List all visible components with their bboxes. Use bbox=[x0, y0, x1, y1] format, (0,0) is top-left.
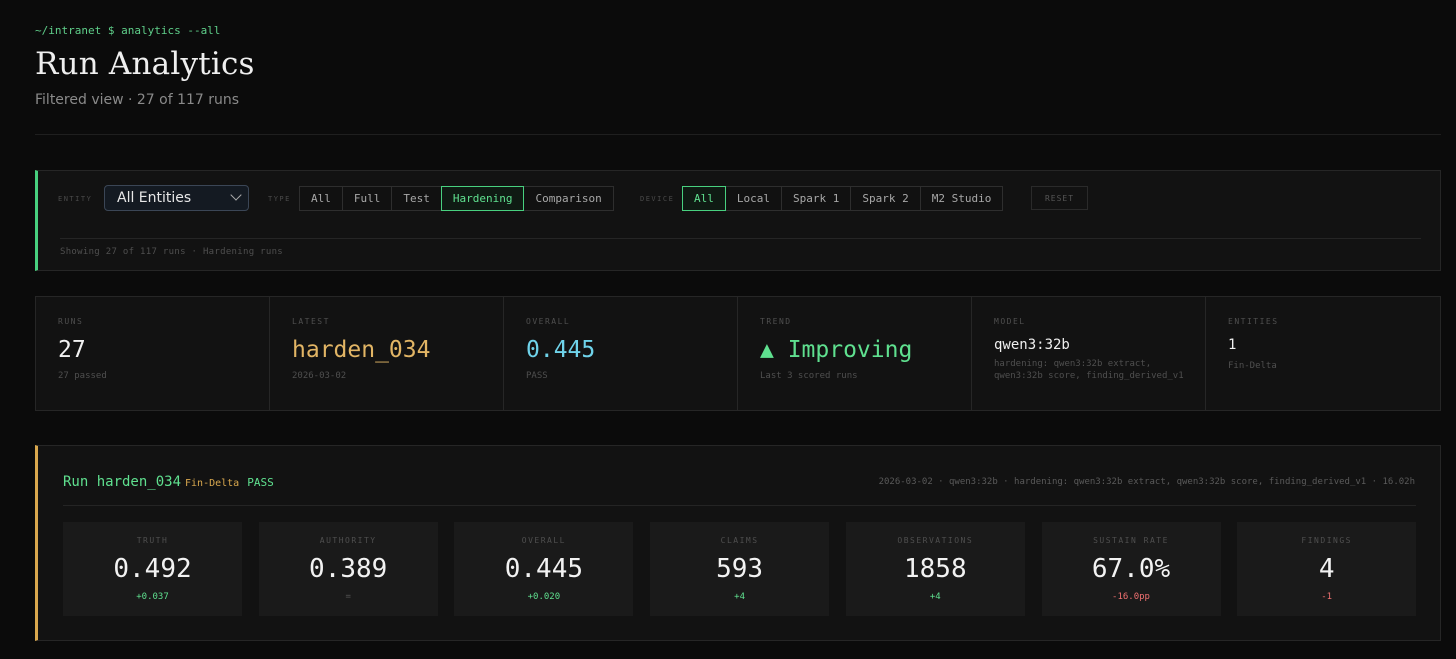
metric-label: AUTHORITY bbox=[319, 536, 377, 545]
metric-value: 0.445 bbox=[504, 554, 584, 584]
type-option-hardening[interactable]: Hardening bbox=[440, 186, 525, 211]
stat-sub: 27 passed bbox=[58, 371, 107, 381]
run-title: Run harden_034 bbox=[63, 474, 182, 490]
stat-label: LATEST bbox=[292, 317, 330, 326]
stat-value: ▲ Improving bbox=[760, 337, 913, 363]
stat-label: ENTITIES bbox=[1228, 317, 1279, 326]
metric-value: 1858 bbox=[903, 554, 967, 584]
device-option-all[interactable]: All bbox=[682, 186, 726, 211]
run-entity-tag: Fin-Delta bbox=[185, 478, 240, 489]
stat-value: 27 bbox=[58, 337, 86, 363]
type-option-test[interactable]: Test bbox=[391, 186, 442, 211]
metric-value: 0.389 bbox=[309, 554, 388, 584]
stat-latest: LATEST harden_034 2026-03-02 bbox=[270, 297, 504, 410]
page-title: Run Analytics bbox=[35, 46, 255, 82]
metric-delta: = bbox=[345, 592, 351, 602]
device-segmented-control: All Local Spark 1 Spark 2 M2 Studio bbox=[682, 186, 1004, 211]
stats-panel: RUNS 27 27 passed LATEST harden_034 2026… bbox=[35, 296, 1441, 411]
metric-card-observations: OBSERVATIONS 1858 +4 bbox=[845, 522, 1025, 616]
metric-label: SUSTAIN RATE bbox=[1093, 536, 1169, 545]
filter-summary: Showing 27 of 117 runs · Hardening runs bbox=[60, 247, 284, 257]
stat-sub: 2026-03-02 bbox=[292, 371, 347, 381]
page-subtitle: Filtered view · 27 of 117 runs bbox=[35, 92, 240, 108]
type-option-all[interactable]: All bbox=[299, 186, 343, 211]
filter-divider bbox=[60, 238, 1421, 239]
device-option-m2-studio[interactable]: M2 Studio bbox=[919, 186, 1004, 211]
reset-button[interactable]: RESET bbox=[1031, 186, 1088, 210]
metric-card-authority: AUTHORITY 0.389 = bbox=[258, 522, 438, 616]
entity-select[interactable]: All Entities bbox=[104, 185, 249, 211]
chevron-down-icon bbox=[230, 189, 242, 201]
stat-value: 1 bbox=[1228, 337, 1237, 353]
stat-sub: Last 3 scored runs bbox=[760, 371, 858, 381]
entity-select-value: All Entities bbox=[117, 190, 192, 206]
stat-trend: TREND ▲ Improving Last 3 scored runs bbox=[738, 297, 972, 410]
metric-label: OVERALL bbox=[521, 536, 566, 545]
metric-value: 4 bbox=[1318, 554, 1335, 584]
type-segmented-control: All Full Test Hardening Comparison bbox=[299, 186, 614, 211]
stat-runs: RUNS 27 27 passed bbox=[36, 297, 270, 410]
metric-card-truth: TRUTH 0.492 +0.037 bbox=[63, 522, 242, 616]
metric-delta: -1 bbox=[1321, 592, 1333, 602]
metric-card-claims: CLAIMS 593 +4 bbox=[650, 522, 830, 616]
metric-value: 0.492 bbox=[113, 554, 192, 584]
stat-sub: hardening: qwen3:32b extract, qwen3:32b … bbox=[994, 359, 1184, 381]
metric-label: FINDINGS bbox=[1301, 536, 1352, 545]
stat-model: MODEL qwen3:32b hardening: qwen3:32b ext… bbox=[972, 297, 1206, 410]
run-detail-panel: Run harden_034 Fin-Delta PASS 2026-03-02 ·… bbox=[35, 445, 1441, 641]
stat-value: 0.445 bbox=[526, 337, 596, 363]
stat-label: MODEL bbox=[994, 317, 1026, 326]
stat-sub: PASS bbox=[526, 371, 548, 381]
metric-delta: -16.0pp bbox=[1112, 592, 1150, 602]
device-label: DEVICE bbox=[640, 195, 675, 203]
type-option-comparison[interactable]: Comparison bbox=[523, 186, 614, 211]
terminal-prompt: ~/intranet $ analytics --all bbox=[35, 24, 221, 37]
filter-panel: ENTITY All Entities TYPE All Full Test H… bbox=[35, 170, 1441, 271]
run-divider bbox=[63, 505, 1416, 506]
metric-delta: +4 bbox=[734, 592, 746, 602]
metric-label: TRUTH bbox=[136, 536, 169, 545]
type-label: TYPE bbox=[268, 195, 291, 203]
run-header: Run harden_034 Fin-Delta PASS bbox=[63, 474, 274, 490]
stat-label: RUNS bbox=[58, 317, 84, 326]
metric-label: OBSERVATIONS bbox=[897, 536, 974, 545]
metric-label: CLAIMS bbox=[720, 536, 759, 545]
metric-delta: +0.020 bbox=[527, 592, 561, 602]
entity-label: ENTITY bbox=[58, 195, 93, 203]
run-meta: 2026-03-02 · qwen3:32b · hardening: qwen… bbox=[878, 477, 1415, 487]
device-option-spark-1[interactable]: Spark 1 bbox=[781, 186, 852, 211]
device-option-local[interactable]: Local bbox=[724, 186, 782, 211]
stat-sub: Fin-Delta bbox=[1228, 361, 1277, 371]
header-divider bbox=[35, 134, 1441, 135]
stat-value: harden_034 bbox=[292, 337, 431, 363]
stat-label: TREND bbox=[760, 317, 792, 326]
metric-card-overall: OVERALL 0.445 +0.020 bbox=[454, 522, 634, 616]
metric-value: 67.0% bbox=[1091, 554, 1171, 584]
metric-value: 593 bbox=[716, 554, 764, 584]
type-option-full[interactable]: Full bbox=[341, 186, 393, 211]
device-option-spark-2[interactable]: Spark 2 bbox=[850, 186, 921, 211]
stat-label: OVERALL bbox=[526, 317, 571, 326]
metric-card-sustain-rate: SUSTAIN RATE 67.0% -16.0pp bbox=[1041, 522, 1221, 616]
metric-delta: +0.037 bbox=[136, 592, 169, 602]
stat-overall: OVERALL 0.445 PASS bbox=[504, 297, 738, 410]
stat-value: qwen3:32b bbox=[994, 337, 1070, 353]
metric-card-findings: FINDINGS 4 -1 bbox=[1237, 522, 1417, 616]
metric-delta: +4 bbox=[929, 592, 941, 602]
stat-entities: ENTITIES 1 Fin-Delta bbox=[1206, 297, 1440, 410]
run-status-badge: PASS bbox=[247, 476, 274, 489]
